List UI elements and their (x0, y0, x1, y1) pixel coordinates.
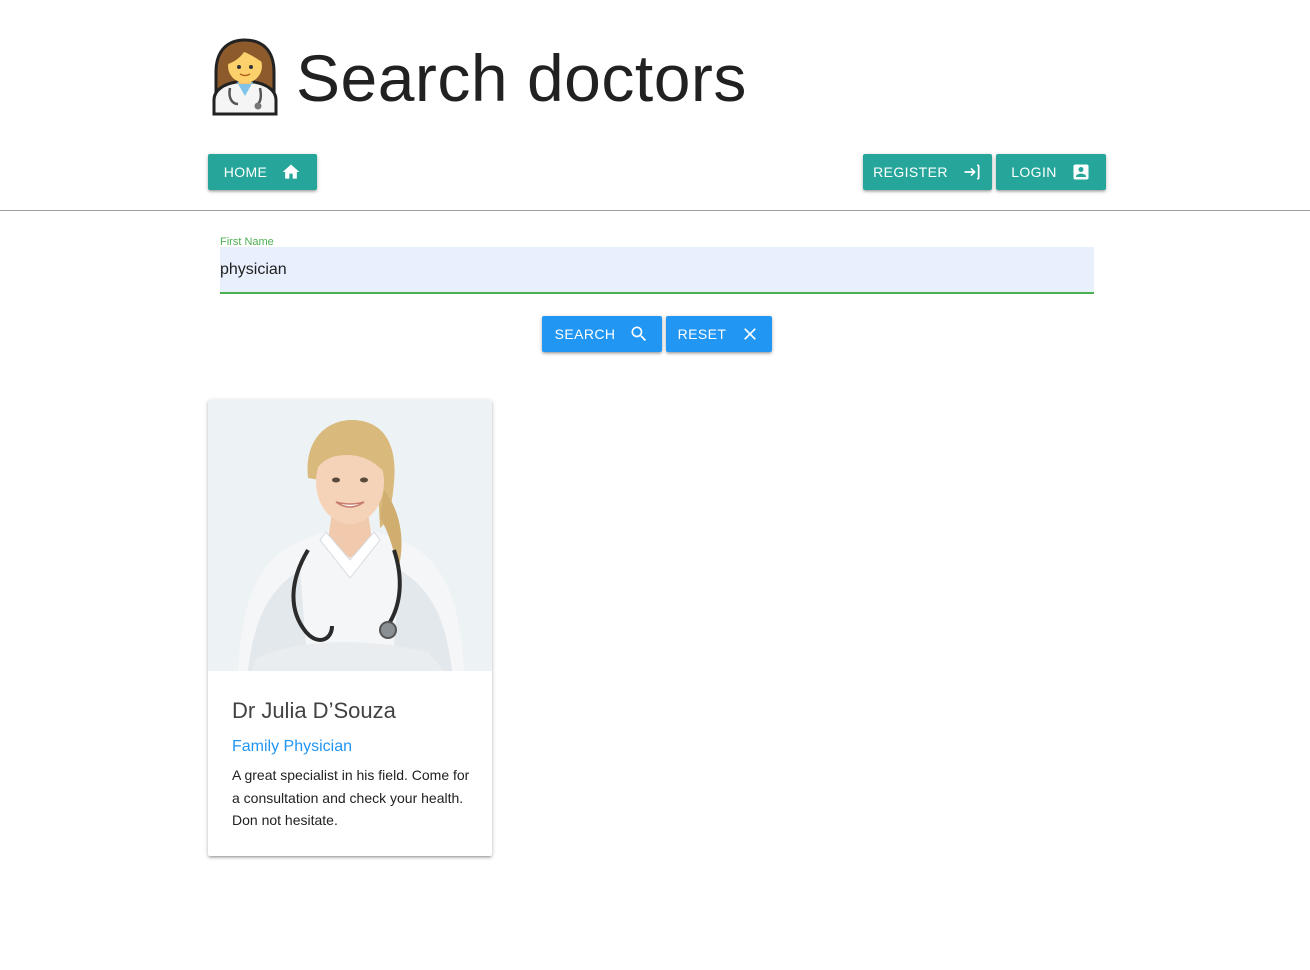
reset-button-label: RESET (677, 326, 727, 342)
login-arrow-icon (964, 164, 980, 180)
login-button[interactable]: LOGIN (996, 154, 1106, 190)
search-button[interactable]: SEARCH (542, 316, 662, 352)
doctor-description: A great specialist in his field. Come fo… (232, 767, 470, 828)
doctor-specialty: Family Physician (232, 738, 353, 755)
home-button[interactable]: HOME (208, 154, 317, 190)
account-box-icon (1073, 164, 1089, 180)
doctor-photo (208, 400, 492, 671)
doctor-name: Dr Julia D’Souza (232, 698, 396, 723)
woman-doctor-icon (212, 38, 278, 116)
page: Search doctors HOME REGISTER LOGIN First… (0, 0, 1310, 970)
page-header: Search doctors (210, 38, 747, 118)
register-button[interactable]: REGISTER (863, 154, 992, 190)
doctor-card[interactable]: Dr Julia D’Souza Family Physician A grea… (208, 400, 492, 856)
page-title: Search doctors (296, 41, 747, 115)
search-button-label: SEARCH (554, 326, 616, 342)
reset-button[interactable]: RESET (666, 316, 772, 352)
header-divider (0, 210, 1310, 211)
close-icon (744, 328, 757, 340)
register-button-label: REGISTER (873, 164, 948, 180)
home-button-label: HOME (223, 164, 268, 180)
home-icon (282, 164, 300, 179)
first-name-input[interactable] (220, 247, 1094, 294)
search-icon (631, 326, 647, 342)
login-button-label: LOGIN (1011, 164, 1057, 180)
